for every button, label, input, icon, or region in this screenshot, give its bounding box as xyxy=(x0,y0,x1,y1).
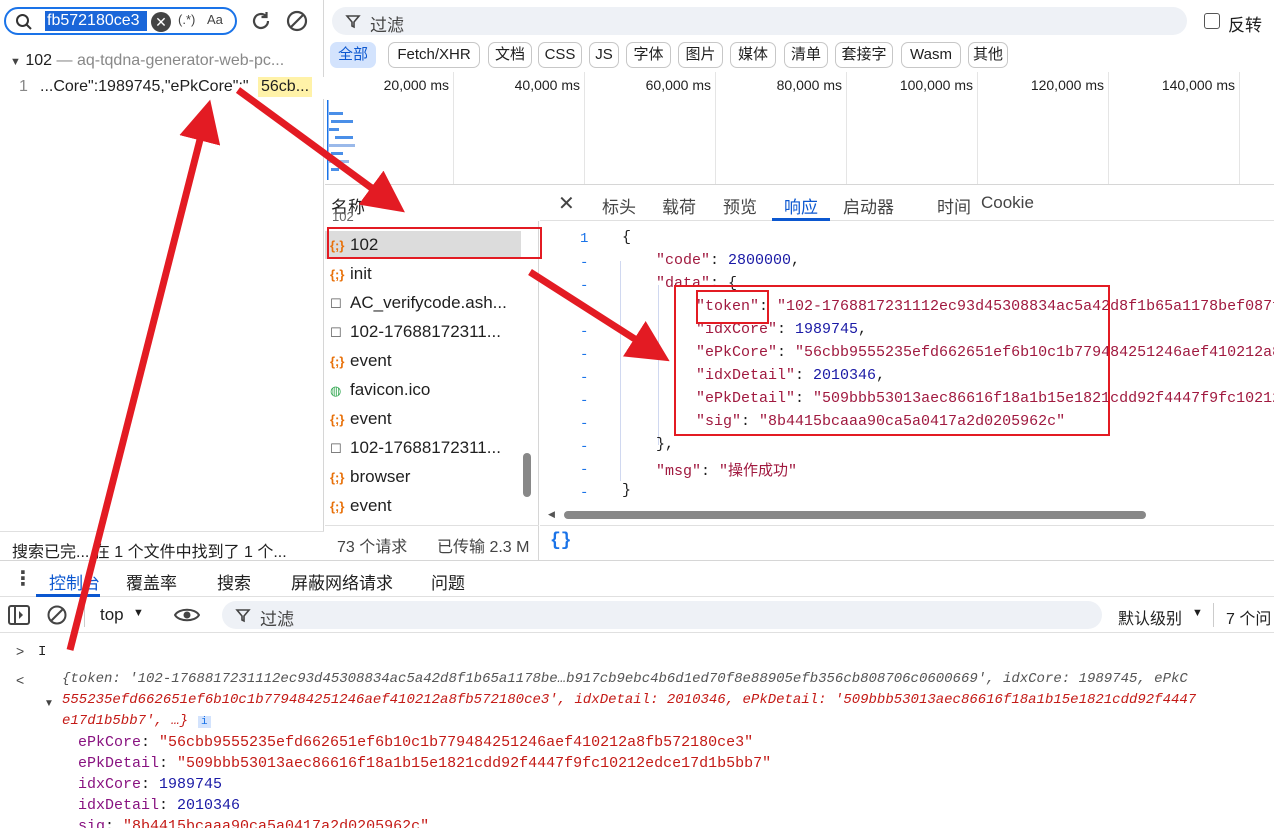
annotation-arrows xyxy=(66,87,670,651)
